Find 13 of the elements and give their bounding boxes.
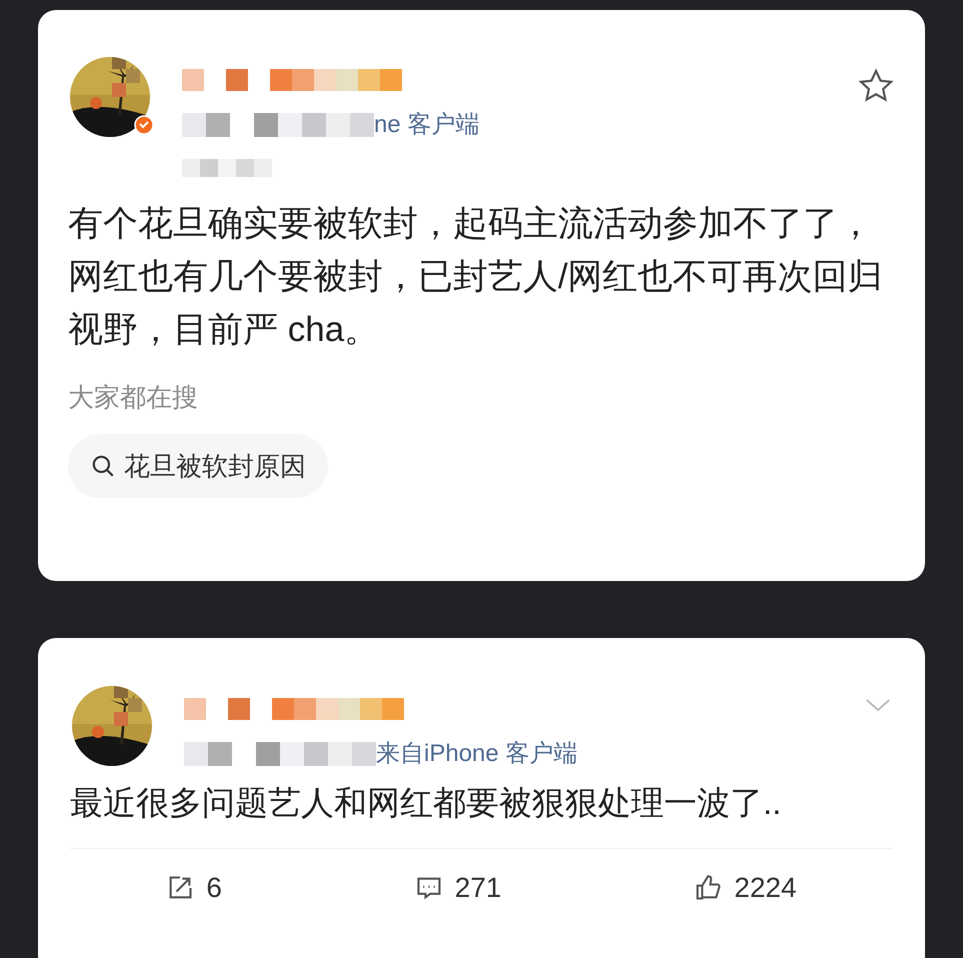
action-button[interactable]: 2224 <box>694 867 797 909</box>
post-text: 最近很多问题艺人和网红都要被狠狠处理一波了.. <box>70 783 782 823</box>
post-text: 有个花旦确实要被软封，起码主流活动参加不了了， <box>68 203 874 245</box>
action-button[interactable]: 6 <box>166 867 222 909</box>
thumbs-up-icon <box>694 874 722 902</box>
action-button[interactable]: 271 <box>414 867 502 909</box>
post-text: 视野，目前严 cha。 <box>68 309 380 351</box>
post-text: 网红也有几个要被封，已封艺人/网红也不可再次回归 <box>68 256 884 298</box>
search-heading: 大家都在搜 <box>68 384 199 410</box>
post-source: 来自iPhone 客户端 <box>376 742 578 766</box>
post-source: ne 客户端 <box>374 113 480 137</box>
search-icon <box>90 453 116 479</box>
search-chip[interactable]: 花旦被软封原因 <box>68 434 328 498</box>
